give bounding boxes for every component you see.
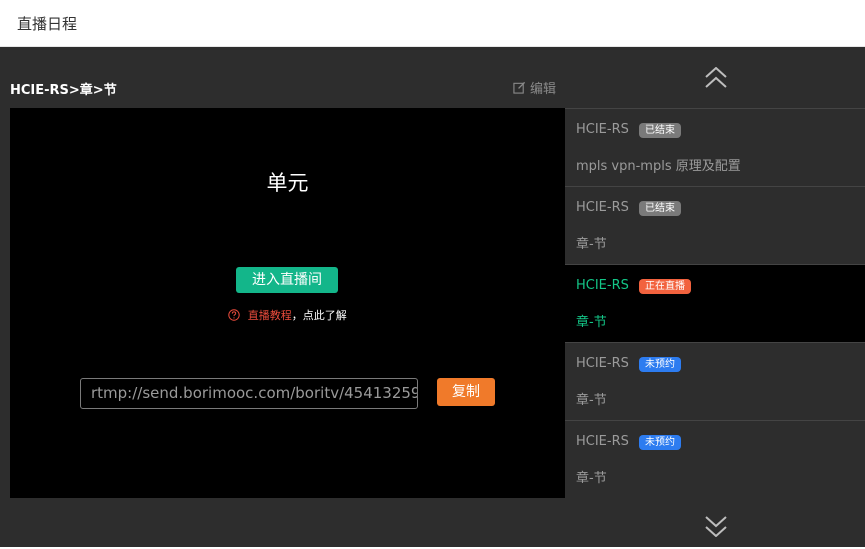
question-circle-icon: [228, 309, 240, 321]
list-item[interactable]: HCIE-RS 未预约 章-节: [565, 420, 865, 498]
course-subtitle: 章-节: [576, 315, 607, 330]
enter-live-room-button[interactable]: 进入直播间: [236, 267, 338, 293]
learn-more-link[interactable]: 点此了解: [303, 309, 347, 322]
edit-label: 编辑: [530, 82, 557, 97]
live-player-panel: 单元 进入直播间 直播教程，点此了解 rtmp://send.borimooc.…: [10, 108, 565, 498]
course-name: HCIE-RS: [576, 434, 629, 449]
course-name: HCIE-RS: [576, 356, 629, 371]
course-subtitle: 章-节: [576, 393, 607, 408]
list-item[interactable]: HCIE-RS 已结束 章-节: [565, 186, 865, 264]
main-area: HCIE-RS>章>节 编辑 单元 进入直播间 直播教程，点此了解 rtmp:/…: [0, 47, 865, 547]
edit-icon: [513, 81, 526, 94]
tutorial-link[interactable]: 直播教程: [248, 309, 292, 322]
course-subtitle: 章-节: [576, 471, 607, 486]
status-badge: 未预约: [639, 435, 681, 450]
schedule-sidebar: HCIE-RS 已结束 mpls vpn-mpls 原理及配置 HCIE-RS …: [565, 47, 865, 547]
list-item-active[interactable]: HCIE-RS 正在直播 章-节: [565, 264, 865, 342]
course-name: HCIE-RS: [576, 278, 629, 293]
tutorial-hint: 直播教程，点此了解: [10, 307, 565, 323]
page-title: 直播日程: [17, 15, 78, 33]
status-badge: 已结束: [639, 201, 681, 216]
status-badge: 已结束: [639, 123, 681, 138]
rtmp-url-field[interactable]: rtmp://send.borimooc.com/boritv/45413259…: [80, 378, 418, 409]
course-name: HCIE-RS: [576, 200, 629, 215]
chevron-up-icon[interactable]: [703, 67, 729, 89]
edit-button[interactable]: 编辑: [513, 78, 556, 97]
course-subtitle: 章-节: [576, 237, 607, 252]
top-bar: 直播日程: [0, 0, 865, 47]
list-item[interactable]: HCIE-RS 未预约 章-节: [565, 342, 865, 420]
breadcrumb: HCIE-RS>章>节: [10, 83, 117, 98]
chevron-down-icon[interactable]: [703, 515, 729, 537]
copy-button[interactable]: 复制: [437, 378, 495, 406]
course-subtitle: mpls vpn-mpls 原理及配置: [576, 159, 741, 174]
status-badge: 正在直播: [639, 279, 691, 294]
course-name: HCIE-RS: [576, 122, 629, 137]
page: 直播日程 HCIE-RS>章>节 编辑 单元 进入直播间 直播教程，点此了解 r…: [0, 0, 865, 549]
tutorial-separator: ，: [291, 309, 303, 322]
status-badge: 未预约: [639, 357, 681, 372]
list-item[interactable]: HCIE-RS 已结束 mpls vpn-mpls 原理及配置: [565, 108, 865, 186]
unit-title: 单元: [266, 171, 309, 195]
schedule-list: HCIE-RS 已结束 mpls vpn-mpls 原理及配置 HCIE-RS …: [565, 108, 865, 498]
